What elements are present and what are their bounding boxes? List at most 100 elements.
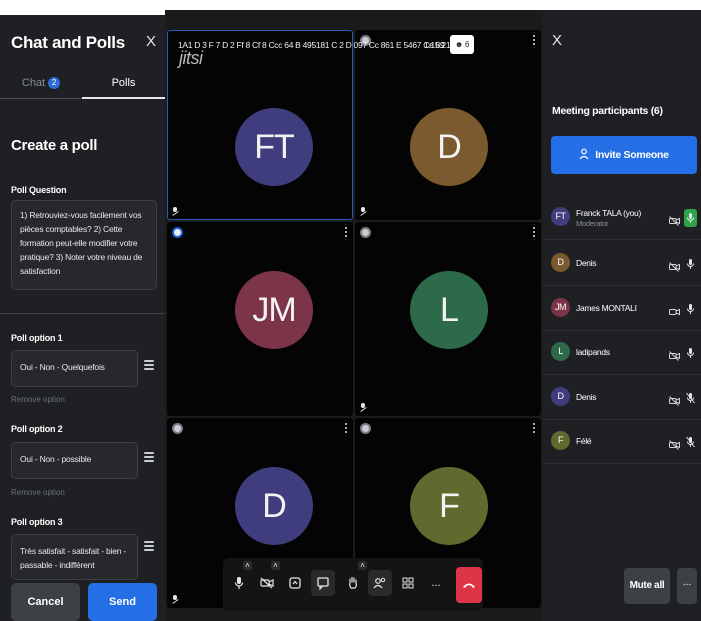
hangup-icon[interactable] xyxy=(456,567,482,603)
participant-count-button[interactable]: ☻ 6 xyxy=(450,35,474,54)
participant-avatar: F xyxy=(551,431,570,450)
muted-mic-icon xyxy=(360,207,367,215)
audio-settings-caret[interactable]: ˄ xyxy=(243,561,252,570)
remove-option-1-link[interactable]: Remove option xyxy=(11,395,65,404)
poll-option-2-input[interactable]: Oui - Non - possible xyxy=(11,442,138,479)
more-icon[interactable]: ... xyxy=(424,570,448,596)
tab-divider xyxy=(0,98,82,99)
microphone-icon xyxy=(686,347,695,359)
invite-label: Invite Someone xyxy=(595,149,669,161)
avatar: D xyxy=(235,467,313,545)
mic-muted-icon xyxy=(686,436,695,448)
participant-name: Denis xyxy=(576,258,597,268)
tab-chat-label: Chat xyxy=(21,77,46,89)
add-person-icon xyxy=(579,148,589,163)
participant-name: Franck TALA (you) xyxy=(576,208,641,218)
participant-row[interactable]: JM James MONTALI xyxy=(543,287,701,331)
poll-option-3-label: Poll option 3 xyxy=(11,517,63,527)
camera-off-icon xyxy=(669,393,680,406)
avatar: FT xyxy=(235,108,313,186)
send-button[interactable]: Send xyxy=(88,583,157,621)
conference-timer: 1:15:21 xyxy=(424,40,451,50)
meeting-toolbar: ˄ ˄ ˄ ... xyxy=(223,558,483,611)
participant-name: James MONTALI xyxy=(576,303,637,313)
camera-off-icon xyxy=(669,348,680,361)
panel-title: Chat and Polls xyxy=(11,33,125,52)
muted-mic-icon xyxy=(360,403,367,411)
avatar: D xyxy=(410,108,488,186)
avatar: F xyxy=(410,467,488,545)
participant-row[interactable]: D Denis xyxy=(543,376,701,420)
video-tile[interactable]: L xyxy=(355,222,541,416)
close-participants-button[interactable]: X xyxy=(552,32,562,49)
tile-view-icon[interactable] xyxy=(396,570,420,596)
raise-hand-icon[interactable] xyxy=(341,570,365,596)
participant-row[interactable]: Lladipands xyxy=(543,331,701,375)
create-poll-heading: Create a poll xyxy=(11,137,98,154)
poll-option-1-label: Poll option 1 xyxy=(11,333,63,343)
unread-badge: 2 xyxy=(48,77,61,89)
video-tile[interactable]: JM xyxy=(167,222,353,416)
participant-name: ladipands xyxy=(576,347,610,357)
camera-off-icon[interactable] xyxy=(255,570,279,596)
participants-panel: X Meeting participants (6) Invite Someon… xyxy=(543,10,701,621)
video-settings-caret[interactable]: ˄ xyxy=(271,561,280,570)
participant-avatar: JM xyxy=(551,298,570,317)
participant-row[interactable]: D Denis xyxy=(543,242,701,286)
tile-menu-icon[interactable] xyxy=(533,227,536,239)
room-name: 1A1 D 3 F 7 D 2 Ff 8 Cf 8 Ccc 64 B 49518… xyxy=(178,40,445,50)
avatar: L xyxy=(410,271,488,349)
microphone-icon[interactable] xyxy=(227,570,251,596)
poll-option-2-label: Poll option 2 xyxy=(11,424,63,434)
microphone-icon xyxy=(686,303,695,315)
poll-option-3-input[interactable]: Très satisfait - satisfait - bien - pass… xyxy=(11,534,138,580)
connection-indicator-icon[interactable] xyxy=(172,423,183,434)
muted-mic-icon xyxy=(172,595,179,603)
active-tab-indicator xyxy=(82,97,165,99)
participants-more-button[interactable]: ... xyxy=(677,568,697,604)
panel-tabs: Chat 2 Polls xyxy=(0,70,165,100)
camera-off-icon xyxy=(669,213,680,226)
screen-share-icon[interactable] xyxy=(283,570,307,596)
video-stage: FT D JM L D F jitsi 1A1 D 3 F 7 D 2 Ff 8… xyxy=(165,10,543,621)
poll-option-1-input[interactable]: Oui - Non - Quelquefois xyxy=(11,350,138,387)
poll-question-label: Poll Question xyxy=(11,185,67,195)
camera-off-icon xyxy=(669,259,680,272)
tab-polls[interactable]: Polls xyxy=(82,77,165,89)
drag-handle-icon[interactable] xyxy=(144,360,154,370)
connection-indicator-icon[interactable] xyxy=(172,227,183,238)
mic-muted-icon xyxy=(686,392,695,404)
connection-indicator-icon[interactable] xyxy=(360,227,371,238)
close-chat-panel-button[interactable]: X xyxy=(146,33,156,50)
participant-count: 6 xyxy=(464,40,470,49)
tile-menu-icon[interactable] xyxy=(345,227,348,239)
microphone-icon xyxy=(686,258,695,270)
tab-chat[interactable]: Chat 2 xyxy=(0,77,82,89)
participants-title: Meeting participants (6) xyxy=(552,105,663,117)
participant-row[interactable]: FT Franck TALA (you) Moderator xyxy=(543,196,701,240)
reactions-caret[interactable]: ˄ xyxy=(358,561,367,570)
poll-question-input[interactable]: 1) Retrouviez-vous facilement vos pièces… xyxy=(11,200,157,290)
participants-icon: ☻ xyxy=(454,40,464,49)
participant-name: Denis xyxy=(576,392,597,402)
remove-option-2-link[interactable]: Remove option xyxy=(11,488,65,497)
mute-all-button[interactable]: Mute all xyxy=(624,568,670,604)
invite-someone-button[interactable]: Invite Someone xyxy=(551,136,697,174)
drag-handle-icon[interactable] xyxy=(144,541,154,551)
camera-icon xyxy=(669,304,680,316)
camera-off-icon xyxy=(669,437,680,450)
tile-menu-icon[interactable] xyxy=(345,423,348,435)
avatar: JM xyxy=(235,271,313,349)
drag-handle-icon[interactable] xyxy=(144,452,154,462)
chat-icon[interactable] xyxy=(311,570,335,596)
participant-row[interactable]: F Félé xyxy=(543,420,701,464)
connection-indicator-icon[interactable] xyxy=(360,423,371,434)
muted-mic-icon xyxy=(172,207,179,215)
chat-polls-panel: Chat and Polls X Chat 2 Polls Create a po… xyxy=(0,15,165,621)
participant-name: Félé xyxy=(576,436,592,446)
participants-icon[interactable] xyxy=(368,570,392,596)
cancel-button[interactable]: Cancel xyxy=(11,583,80,621)
tile-menu-icon[interactable] xyxy=(533,423,536,435)
video-tile[interactable]: D xyxy=(355,30,541,220)
divider xyxy=(0,313,165,314)
